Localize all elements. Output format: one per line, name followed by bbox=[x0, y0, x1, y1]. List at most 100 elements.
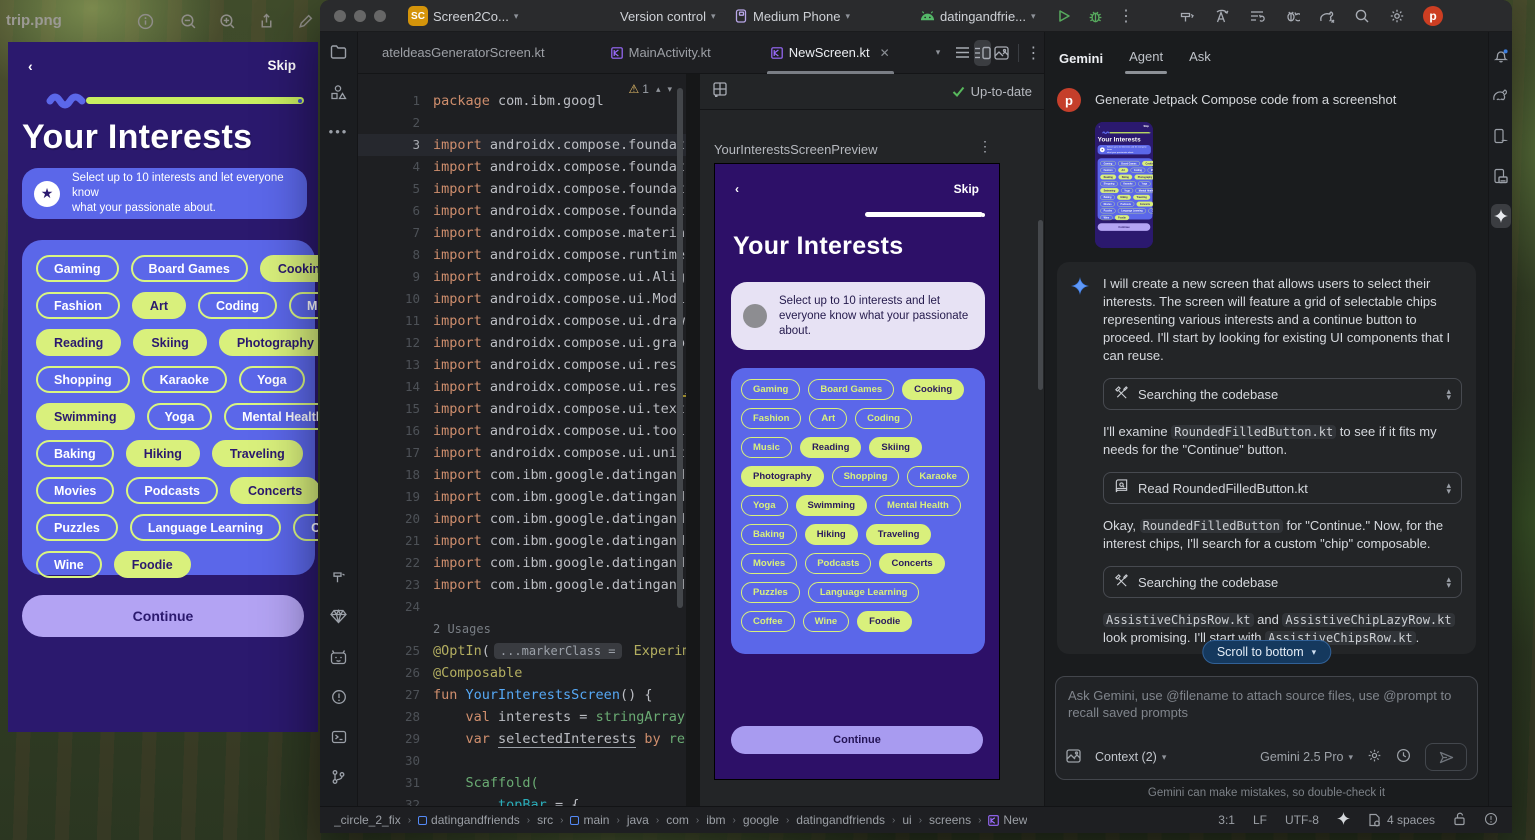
code-view-icon[interactable] bbox=[954, 40, 971, 66]
send-button[interactable] bbox=[1425, 743, 1467, 771]
resource-manager-icon[interactable] bbox=[320, 84, 357, 101]
caret-position[interactable]: 3:1 bbox=[1218, 813, 1235, 827]
editor-options-kebab-icon[interactable]: ⋮ bbox=[1025, 40, 1042, 66]
history-clock-icon[interactable] bbox=[1396, 748, 1411, 766]
line-number: 25 bbox=[358, 640, 420, 662]
gradle-sync-icon[interactable] bbox=[1318, 7, 1336, 25]
breadcrumb-item[interactable]: _circle_2_fix bbox=[334, 813, 401, 827]
tool-step-searching-the-codebase[interactable]: Searching the codebase▴▾ bbox=[1103, 566, 1462, 598]
gemini-input-box[interactable]: Ask Gemini, use @filename to attach sour… bbox=[1055, 676, 1478, 780]
editor-preview-splitter[interactable] bbox=[686, 74, 700, 806]
breadcrumb-item[interactable]: src bbox=[537, 813, 553, 827]
breadcrumb-item[interactable]: java bbox=[627, 813, 649, 827]
zoom-window-button[interactable] bbox=[374, 10, 386, 22]
attached-screenshot-thumbnail[interactable]: ‹SkipYour Interests★Select up to 10 inte… bbox=[1095, 122, 1153, 248]
more-actions-icon[interactable]: ⋮ bbox=[1117, 7, 1135, 25]
attach-debugger-icon[interactable] bbox=[1283, 7, 1301, 25]
file-encoding[interactable]: UTF-8 bbox=[1285, 813, 1319, 827]
expand-collapse-icon[interactable]: ▴▾ bbox=[1446, 388, 1451, 400]
more-tool-windows-icon[interactable]: ••• bbox=[320, 124, 357, 139]
minimize-window-button[interactable] bbox=[354, 10, 366, 22]
share-icon[interactable] bbox=[254, 9, 278, 33]
vcs-widget[interactable]: Version control ▾ bbox=[620, 0, 716, 32]
zoom-in-icon[interactable] bbox=[215, 9, 239, 33]
hidden-tabs-chevron-icon[interactable]: ▾ bbox=[936, 47, 941, 58]
close-window-button[interactable] bbox=[334, 10, 346, 22]
interest-chip: Swimming bbox=[1100, 188, 1118, 193]
apply-code-changes-icon[interactable] bbox=[1248, 7, 1266, 25]
build-hammer-icon[interactable] bbox=[1178, 7, 1196, 25]
breadcrumb[interactable]: _circle_2_fix›datingandfriends›src›main›… bbox=[334, 813, 1027, 827]
continue-button[interactable]: Continue bbox=[731, 726, 983, 754]
next-problem-icon[interactable]: ▾ bbox=[667, 84, 672, 95]
line-ending[interactable]: LF bbox=[1253, 813, 1267, 827]
breadcrumb-item[interactable]: datingandfriends bbox=[418, 813, 520, 827]
breadcrumb-item[interactable]: screens bbox=[929, 813, 971, 827]
device-manager-icon[interactable] bbox=[1489, 128, 1512, 144]
git-branch-icon[interactable] bbox=[320, 769, 357, 785]
preview-scrollbar[interactable] bbox=[1038, 220, 1043, 390]
breadcrumb-item[interactable]: com bbox=[666, 813, 689, 827]
run-button[interactable] bbox=[1055, 7, 1073, 25]
split-view-icon[interactable] bbox=[974, 40, 991, 66]
ui-check-grid-icon[interactable] bbox=[712, 81, 728, 102]
indent-setting[interactable]: 4 spaces bbox=[1368, 813, 1435, 827]
device-selector[interactable]: Medium Phone ▾ bbox=[735, 0, 850, 32]
problems-icon[interactable] bbox=[320, 689, 357, 705]
logcat-icon[interactable] bbox=[320, 649, 357, 665]
expand-collapse-icon[interactable]: ▴▾ bbox=[1446, 576, 1451, 588]
breadcrumb-item[interactable]: New bbox=[988, 813, 1027, 827]
breadcrumb-item[interactable]: datingandfriends bbox=[796, 813, 885, 827]
project-widget[interactable]: SC Screen2Co... ▾ bbox=[408, 0, 518, 32]
tab-newscreen[interactable]: NewScreen.kt ✕ bbox=[761, 32, 900, 74]
compose-preview-phone[interactable]: ‹SkipYour InterestsSelect up to 10 inter… bbox=[714, 163, 1000, 780]
running-devices-icon[interactable] bbox=[1489, 168, 1512, 184]
tab-dateideasgeneratorscreen[interactable]: ateldeasGeneratorScreen.kt bbox=[358, 32, 555, 74]
preview-options-kebab-icon[interactable]: ⋮ bbox=[978, 138, 992, 155]
scroll-to-bottom-button[interactable]: Scroll to bottom ▾ bbox=[1202, 640, 1331, 664]
tool-step-read-roundedfilledbutton-kt[interactable]: Read RoundedFilledButton.kt▴▾ bbox=[1103, 472, 1462, 504]
context-dropdown[interactable]: Context (2) ▾ bbox=[1095, 750, 1166, 764]
code-line: 22import com.ibm.google.datingand bbox=[358, 552, 686, 574]
zoom-out-icon[interactable] bbox=[176, 9, 200, 33]
tab-mainactivity[interactable]: MainActivity.kt bbox=[601, 32, 721, 74]
edit-pencil-icon[interactable] bbox=[293, 9, 317, 33]
terminal-icon[interactable] bbox=[320, 729, 357, 745]
apply-changes-restart-icon[interactable] bbox=[1213, 7, 1231, 25]
prev-problem-icon[interactable]: ▴ bbox=[656, 84, 661, 95]
build-tool-icon[interactable] bbox=[320, 569, 357, 585]
inspections-status-icon[interactable] bbox=[1484, 812, 1498, 829]
gemini-status-sparkle-icon[interactable] bbox=[1337, 812, 1350, 828]
inspections-widget[interactable]: ⚠1 ▴ ▾ bbox=[628, 82, 672, 96]
tool-step-searching-the-codebase[interactable]: Searching the codebase▴▾ bbox=[1103, 378, 1462, 410]
back-arrow-icon[interactable]: ‹ bbox=[735, 182, 739, 196]
breadcrumb-item[interactable]: ibm bbox=[706, 813, 725, 827]
attach-image-icon[interactable] bbox=[1066, 749, 1081, 766]
tab-agent[interactable]: Agent bbox=[1129, 49, 1163, 66]
chevron-down-icon: ▾ bbox=[1031, 11, 1036, 22]
info-icon[interactable] bbox=[133, 9, 157, 33]
notifications-bell-icon[interactable] bbox=[1489, 48, 1512, 64]
app-insights-gem-icon[interactable] bbox=[320, 609, 357, 624]
code-editor[interactable]: ⚠1 ▴ ▾ 1package com.ibm.googl23import an… bbox=[358, 74, 686, 806]
gemini-tool-icon[interactable] bbox=[1491, 204, 1511, 228]
gradle-elephant-icon[interactable] bbox=[1489, 88, 1512, 102]
breadcrumb-item[interactable]: google bbox=[743, 813, 779, 827]
settings-gear-icon[interactable] bbox=[1388, 7, 1406, 25]
readonly-lock-icon[interactable] bbox=[1453, 812, 1466, 829]
debug-button[interactable] bbox=[1086, 7, 1104, 25]
expand-collapse-icon[interactable]: ▴▾ bbox=[1446, 482, 1451, 494]
design-view-icon[interactable] bbox=[993, 40, 1010, 66]
breadcrumb-item[interactable]: main bbox=[570, 813, 609, 827]
user-avatar[interactable]: p bbox=[1423, 6, 1443, 26]
tab-ask[interactable]: Ask bbox=[1189, 49, 1211, 66]
editor-scrollbar[interactable] bbox=[677, 88, 683, 608]
search-everywhere-icon[interactable] bbox=[1353, 7, 1371, 25]
gemini-settings-gear-icon[interactable] bbox=[1367, 748, 1382, 766]
close-tab-icon[interactable]: ✕ bbox=[880, 46, 890, 60]
run-configuration[interactable]: datingandfrie... ▾ bbox=[920, 0, 1036, 32]
model-dropdown[interactable]: Gemini 2.5 Pro ▾ bbox=[1260, 750, 1353, 764]
skip-button[interactable]: Skip bbox=[954, 182, 979, 196]
breadcrumb-item[interactable]: ui bbox=[902, 813, 911, 827]
project-tool-icon[interactable] bbox=[320, 44, 357, 59]
